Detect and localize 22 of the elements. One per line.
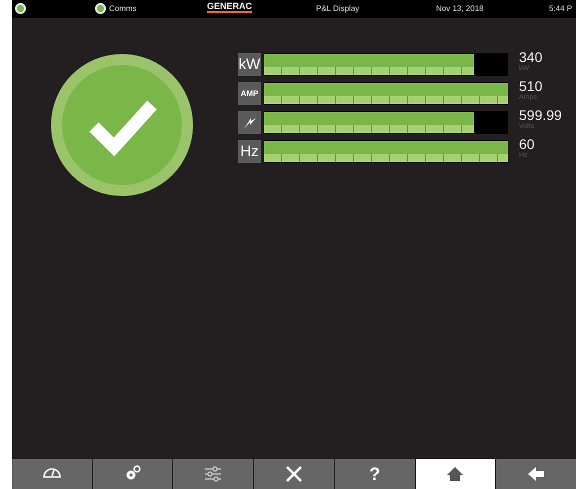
voltage-icon (238, 111, 261, 134)
back-arrow-icon (526, 464, 546, 484)
meter-label: kW (238, 53, 261, 76)
meter-reading: 599.99 (519, 108, 562, 123)
screen-title: P&L Display (316, 4, 360, 13)
meter-label: Hz (238, 140, 261, 163)
gears-button[interactable] (92, 459, 172, 489)
brand-logo: GENERAC (207, 2, 252, 13)
date-text: Nov 13, 2018 (436, 4, 484, 13)
home-icon (445, 464, 466, 484)
comms-label: Comms (109, 4, 137, 13)
meter-label: AMP (238, 82, 261, 105)
home-button[interactable] (416, 459, 496, 489)
sliders-icon (203, 464, 224, 484)
meter-reading: 510 (519, 79, 542, 94)
time-text: 5:44 P (549, 4, 572, 13)
help-button[interactable]: ? (334, 459, 415, 489)
gauge-button[interactable] (12, 459, 92, 489)
meter-reading: 340 (519, 50, 542, 65)
sliders-button[interactable] (173, 459, 254, 489)
back-arrow-button[interactable] (496, 459, 576, 489)
meter-reading: 60 (519, 137, 535, 152)
